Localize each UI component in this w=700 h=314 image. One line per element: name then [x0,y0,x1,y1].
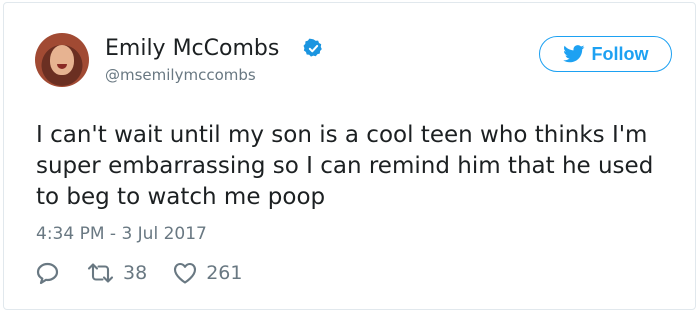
retweet-button[interactable]: 38 [87,262,147,284]
follow-button-label: Follow [591,43,649,64]
display-name[interactable]: Emily McCombs [105,35,279,63]
heart-icon [174,262,197,284]
tweet-text: I can't wait until my son is a cool teen… [36,122,654,210]
verified-badge-icon [303,38,322,57]
retweet-count: 38 [123,262,148,284]
retweet-icon [87,263,114,283]
tweet-actions: 38 261 [35,261,242,285]
user-handle[interactable]: @msemilymccombs [105,66,256,84]
reply-button[interactable] [35,261,60,285]
reply-icon [36,262,59,285]
like-count: 261 [206,262,243,284]
tweet-timestamp[interactable]: 4:34 PM - 3 Jul 2017 [36,224,207,244]
follow-button[interactable]: Follow [539,36,672,72]
user-avatar[interactable] [35,33,89,87]
avatar-face [50,45,74,75]
tweet-card: Emily McCombs @msemilymccombs Follow I c… [3,2,696,310]
twitter-bird-icon [562,45,584,63]
like-button[interactable]: 261 [173,262,242,284]
